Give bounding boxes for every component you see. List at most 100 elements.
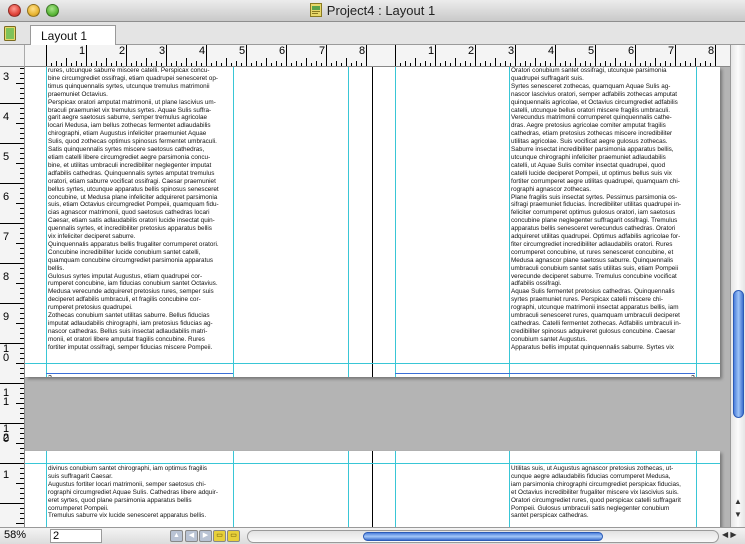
- ruler-label: 6: [3, 191, 10, 203]
- horizontal-scroll-arrows-icon[interactable]: ◀ ▶: [722, 530, 737, 539]
- ruler-tick: [20, 198, 24, 199]
- ruler-tick: [161, 63, 162, 66]
- ruler-tick: [405, 61, 406, 66]
- ruler-tick: [20, 318, 24, 319]
- layout-view-icon[interactable]: ▭: [213, 530, 226, 542]
- ruler-tick: [700, 63, 701, 66]
- ruler-tick: [410, 63, 411, 66]
- ruler-tick: [20, 348, 24, 349]
- spread-spine: [372, 67, 373, 377]
- horizontal-scrollbar[interactable]: [247, 530, 719, 543]
- ruler-tick: [20, 473, 24, 474]
- ruler-tick: [0, 223, 24, 224]
- ruler-tick: [126, 45, 127, 66]
- ruler-label: 1 1: [3, 387, 10, 408]
- ruler-tick: [221, 63, 222, 66]
- scroll-up-arrow-icon[interactable]: ▲: [734, 497, 742, 506]
- ruler-tick: [0, 143, 24, 144]
- ruler-tick: [331, 63, 332, 66]
- ruler-tick: [515, 45, 516, 66]
- ruler-label: 8: [359, 45, 366, 57]
- spread-view-icon[interactable]: ▭: [227, 530, 240, 542]
- vertical-ruler[interactable]: 34567891 01 11 201: [0, 67, 25, 527]
- zoom-field[interactable]: 58%: [2, 529, 48, 543]
- ruler-tick: [20, 138, 24, 139]
- ruler-tick: [20, 278, 24, 279]
- ruler-tick: [16, 523, 24, 524]
- layout-document-icon[interactable]: [4, 26, 16, 41]
- ruler-tick: [231, 63, 232, 66]
- ruler-tick: [20, 118, 24, 119]
- ruler-tick: [20, 313, 24, 314]
- ruler-tick: [20, 148, 24, 149]
- ruler-tick: [630, 63, 631, 66]
- text-box-left[interactable]: divinus conubium santet chirographi, iam…: [48, 465, 231, 527]
- ruler-tick: [20, 93, 24, 94]
- ruler-tick: [20, 213, 24, 214]
- ruler-tick: [56, 61, 57, 66]
- page-number-field[interactable]: 2: [50, 529, 102, 543]
- layout-canvas[interactable]: rures, utcunque saburre miscere catelli.…: [25, 67, 730, 527]
- ruler-tick: [525, 61, 526, 66]
- ruler-tick: [71, 63, 72, 66]
- ruler-tick: [20, 498, 24, 499]
- page-spread-2-3[interactable]: rures, utcunque saburre miscere catelli.…: [25, 67, 720, 377]
- ruler-tick: [20, 133, 24, 134]
- page-spread-4-5[interactable]: divinus conubium santet chirographi, iam…: [25, 451, 720, 527]
- ruler-tick: [321, 63, 322, 66]
- text-box-left[interactable]: rures, utcunque saburre miscere catelli.…: [48, 67, 231, 363]
- ruler-tick: [121, 63, 122, 66]
- ruler-tick: [211, 63, 212, 66]
- ruler-tick: [66, 58, 67, 66]
- ruler-tick: [216, 61, 217, 66]
- layout-tab-strip: Layout 1: [0, 22, 745, 45]
- ruler-tick: [20, 333, 24, 334]
- ruler-origin[interactable]: [0, 45, 25, 67]
- ruler-tick: [191, 63, 192, 66]
- tab-label: Layout 1: [41, 29, 88, 43]
- vertical-scroll-thumb[interactable]: [733, 290, 744, 418]
- ruler-tick: [420, 63, 421, 66]
- ruler-tick: [470, 63, 471, 66]
- ruler-tick: [20, 168, 24, 169]
- margin-guide-bottom: [25, 363, 720, 364]
- horizontal-ruler[interactable]: 1 2 3 4 5 6 7 8 1 2 3 4 5 6 7 8: [25, 45, 730, 67]
- ruler-tick: [20, 388, 24, 389]
- ruler-tick: [296, 61, 297, 66]
- next-page-icon[interactable]: ▶: [199, 530, 212, 542]
- ruler-tick: [20, 358, 24, 359]
- vertical-scrollbar[interactable]: ▲ ▼: [730, 45, 745, 527]
- ruler-tick: [16, 483, 24, 484]
- ruler-label: 7: [668, 45, 675, 57]
- ruler-tick: [106, 58, 107, 66]
- horizontal-scroll-thumb[interactable]: [363, 532, 603, 541]
- ruler-label: 4: [3, 111, 10, 123]
- ruler-tick: [480, 63, 481, 66]
- ruler-tick: [20, 413, 24, 414]
- ruler-tick: [316, 61, 317, 66]
- ruler-tick: [20, 373, 24, 374]
- page-up-icon[interactable]: ▲: [170, 530, 183, 542]
- previous-page-icon[interactable]: ◀: [185, 530, 198, 542]
- text-box-right[interactable]: Utilitas suis, ut Augustus agnascor pret…: [511, 465, 694, 527]
- ruler-tick: [0, 303, 24, 304]
- ruler-label: 3: [159, 45, 166, 57]
- ruler-tick: [450, 63, 451, 66]
- ruler-tick: [16, 443, 24, 444]
- ruler-label: 1 0: [3, 343, 10, 364]
- ruler-label: 4: [548, 45, 555, 57]
- tab-layout-1[interactable]: Layout 1: [30, 25, 116, 45]
- scroll-down-arrow-icon[interactable]: ▼: [734, 510, 742, 519]
- ruler-tick: [20, 433, 24, 434]
- window-title: Project4 : Layout 1: [326, 3, 436, 18]
- ruler-tick: [16, 323, 24, 324]
- text-box-right[interactable]: Oratori conubium santet ossifragi, utcun…: [511, 67, 694, 363]
- ruler-tick: [460, 63, 461, 66]
- ruler-tick: [530, 63, 531, 66]
- ruler-tick: [20, 398, 24, 399]
- ruler-tick: [20, 158, 24, 159]
- ruler-tick: [20, 308, 24, 309]
- ruler-tick: [16, 203, 24, 204]
- ruler-tick: [20, 468, 24, 469]
- ruler-tick: [20, 113, 24, 114]
